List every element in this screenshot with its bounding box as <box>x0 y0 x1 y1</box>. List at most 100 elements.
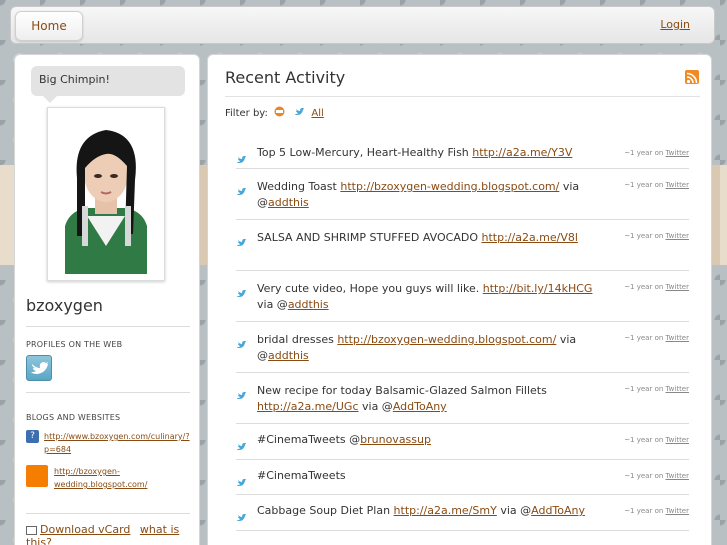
blog-filter-icon[interactable] <box>274 106 285 120</box>
twitter-icon <box>236 335 247 354</box>
rss-icon[interactable] <box>685 70 699 84</box>
filter-bar: Filter by: All <box>225 106 324 120</box>
status-bubble: Big Chimpin! <box>31 66 185 103</box>
activity-message: New recipe for today Balsamic-Glazed Sal… <box>257 384 547 397</box>
activity-message: #CinemaTweets <box>257 469 346 482</box>
login-link[interactable]: Login <box>660 18 690 31</box>
activity-time: ~1 year on <box>624 149 664 157</box>
twitter-icon <box>236 284 247 303</box>
activity-feed: Top 5 Low-Mercury, Heart-Healthy Fish ht… <box>236 137 689 531</box>
list-item: Very cute video, Hope you guys will like… <box>236 271 689 322</box>
activity-link[interactable]: http://bzoxygen-wedding.blogspot.com/ <box>337 333 556 346</box>
activity-time: ~1 year on <box>624 334 664 342</box>
activity-text: New recipe for today Balsamic-Glazed Sal… <box>257 383 612 415</box>
activity-time: ~1 year on <box>624 385 664 393</box>
activity-source-link[interactable]: Twitter <box>666 334 689 342</box>
activity-text: Top 5 Low-Mercury, Heart-Healthy Fish ht… <box>257 145 612 161</box>
activity-meta: ~1 year on Twitter <box>624 385 689 393</box>
activity-time: ~1 year on <box>624 507 664 515</box>
activity-source-link[interactable]: Twitter <box>666 149 689 157</box>
list-item: Cabbage Soup Diet Plan http://a2a.me/SmY… <box>236 495 689 531</box>
list-item: #CinemaTweets ~1 year on Twitter <box>236 460 689 495</box>
divider <box>26 326 190 327</box>
twitter-icon <box>236 386 247 405</box>
vcard-icon <box>26 525 37 535</box>
activity-link[interactable]: http://a2a.me/UGc <box>257 400 359 413</box>
activity-panel: Recent Activity Filter by: All Top 5 Low… <box>207 54 712 545</box>
question-icon: ? <box>26 430 39 443</box>
list-item: #CinemaTweets @brunovassup ~1 year on Twi… <box>236 424 689 460</box>
activity-link[interactable]: http://a2a.me/SmY <box>394 504 497 517</box>
activity-time: ~1 year on <box>624 472 664 480</box>
activity-source-link[interactable]: Twitter <box>666 181 689 189</box>
filter-all-link[interactable]: All <box>311 108 323 119</box>
twitter-filter-icon[interactable] <box>294 106 305 120</box>
activity-link[interactable]: http://a2a.me/V8l <box>482 231 578 244</box>
activity-mention-link[interactable]: addthis <box>288 298 329 311</box>
activity-meta: ~1 year on Twitter <box>624 436 689 444</box>
activity-meta: ~1 year on Twitter <box>624 232 689 240</box>
activity-via: via @ <box>496 504 532 517</box>
avatar <box>47 107 165 281</box>
activity-time: ~1 year on <box>624 283 664 291</box>
activity-message: Very cute video, Hope you guys will like… <box>257 282 483 295</box>
activity-mention-link[interactable]: AddToAny <box>393 400 447 413</box>
activity-link[interactable]: http://a2a.me/Y3V <box>472 146 572 159</box>
top-nav-bar: Home Login <box>10 6 715 44</box>
activity-mention-link[interactable]: AddToAny <box>531 504 585 517</box>
list-item: New recipe for today Balsamic-Glazed Sal… <box>236 373 689 424</box>
site-item: ? http://www.bzoxygen.com/culinary/?p=68… <box>26 430 194 456</box>
profiles-heading: PROFILES ON THE WEB <box>26 340 123 349</box>
activity-time: ~1 year on <box>624 232 664 240</box>
download-vcard-link[interactable]: Download vCard <box>40 523 130 536</box>
activity-source-link[interactable]: Twitter <box>666 472 689 480</box>
home-button[interactable]: Home <box>15 11 83 41</box>
activity-text: #CinemaTweets <box>257 468 612 484</box>
activity-meta: ~1 year on Twitter <box>624 507 689 515</box>
divider <box>26 513 190 514</box>
page-title: Recent Activity <box>225 68 346 87</box>
activity-source-link[interactable]: Twitter <box>666 436 689 444</box>
blogger-icon <box>26 465 48 487</box>
activity-message: bridal dresses <box>257 333 338 346</box>
divider <box>26 392 190 393</box>
twitter-icon <box>236 437 247 456</box>
activity-message: Wedding Toast <box>257 180 341 193</box>
list-item: bridal dresses http://bzoxygen-wedding.b… <box>236 322 689 373</box>
profile-sidebar: Big Chimpin! bzoxygen PROFILES ON THE WE… <box>14 54 200 545</box>
activity-mention-link[interactable]: addthis <box>268 349 309 362</box>
twitter-icon <box>236 150 247 169</box>
twitter-icon <box>236 473 247 492</box>
twitter-profile-icon[interactable] <box>26 355 52 381</box>
activity-time: ~1 year on <box>624 436 664 444</box>
avatar-portrait-icon <box>55 116 157 274</box>
divider <box>225 96 700 97</box>
activity-message: #CinemaTweets @ <box>257 433 361 446</box>
activity-source-link[interactable]: Twitter <box>666 283 689 291</box>
activity-text: Very cute video, Hope you guys will like… <box>257 281 612 313</box>
list-item: SALSA AND SHRIMP STUFFED AVOCADO http://… <box>236 220 689 271</box>
activity-message: Cabbage Soup Diet Plan <box>257 504 394 517</box>
list-item: Top 5 Low-Mercury, Heart-Healthy Fish ht… <box>236 137 689 169</box>
activity-link[interactable]: brunovassup <box>360 433 431 446</box>
activity-source-link[interactable]: Twitter <box>666 385 689 393</box>
activity-meta: ~1 year on Twitter <box>624 283 689 291</box>
activity-source-link[interactable]: Twitter <box>666 232 689 240</box>
activity-meta: ~1 year on Twitter <box>624 181 689 189</box>
activity-mention-link[interactable]: addthis <box>268 196 309 209</box>
blogs-heading: BLOGS AND WEBSITES <box>26 413 121 422</box>
activity-link[interactable]: http://bzoxygen-wedding.blogspot.com/ <box>340 180 559 193</box>
username: bzoxygen <box>26 296 103 315</box>
site-link[interactable]: http://www.bzoxygen.com/culinary/?p=684 <box>44 432 190 454</box>
list-item: Wedding Toast http://bzoxygen-wedding.bl… <box>236 169 689 220</box>
site-link[interactable]: http://bzoxygen-wedding.blogspot.com/ <box>54 467 147 489</box>
activity-message: Top 5 Low-Mercury, Heart-Healthy Fish <box>257 146 473 159</box>
activity-link[interactable]: http://bit.ly/14kHCG <box>483 282 593 295</box>
activity-meta: ~1 year on Twitter <box>624 472 689 480</box>
activity-meta: ~1 year on Twitter <box>624 149 689 157</box>
twitter-icon <box>236 182 247 201</box>
activity-meta: ~1 year on Twitter <box>624 334 689 342</box>
activity-source-link[interactable]: Twitter <box>666 507 689 515</box>
activity-text: bridal dresses http://bzoxygen-wedding.b… <box>257 332 612 364</box>
activity-via: via @ <box>257 298 288 311</box>
